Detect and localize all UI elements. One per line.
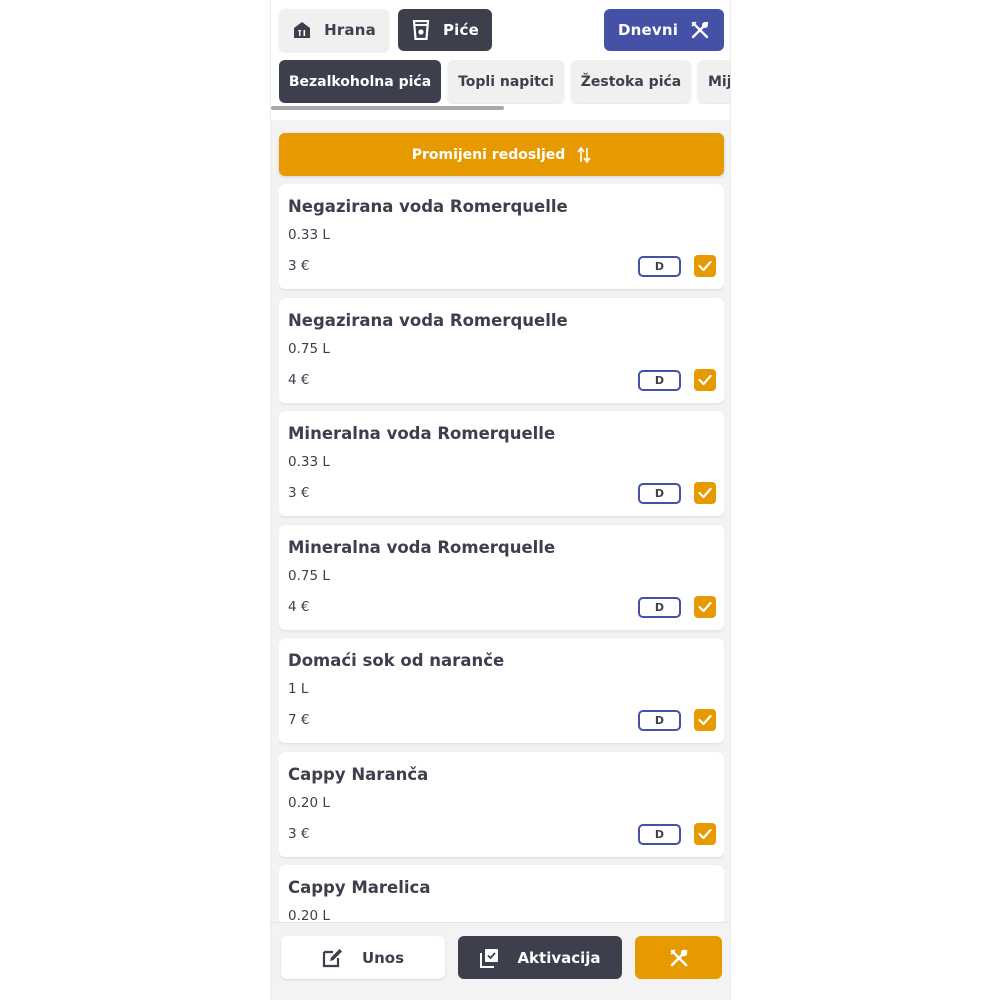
active-checkbox[interactable] — [694, 823, 716, 845]
daily-badge[interactable]: D — [638, 597, 681, 618]
item-price: 3 € — [288, 485, 310, 501]
drinks-button-label: Piće — [442, 21, 479, 39]
list-item[interactable]: Mineralna voda Romerquelle 0.33 L 3 € D — [279, 411, 724, 516]
checkmark-icon — [698, 828, 712, 840]
daily-badge[interactable]: D — [638, 710, 681, 731]
item-price: 3 € — [288, 258, 310, 274]
tab-label: Bezalkoholna pića — [288, 73, 432, 90]
daily-button[interactable]: Dnevni — [604, 9, 724, 51]
checkmark-icon — [698, 260, 712, 272]
item-volume: 0.75 L — [288, 568, 330, 584]
entry-button-label: Unos — [361, 948, 405, 967]
active-checkbox[interactable] — [694, 709, 716, 731]
active-checkbox[interactable] — [694, 596, 716, 618]
checkmark-icon — [698, 374, 712, 386]
tabs-scrollbar[interactable] — [271, 106, 504, 110]
item-name: Negazirana voda Romerquelle — [288, 197, 568, 216]
house-cutlery-icon — [292, 20, 312, 40]
food-button-label: Hrana — [324, 21, 376, 39]
sort-arrows-icon — [577, 146, 591, 164]
daily-badge[interactable]: D — [638, 256, 681, 277]
app-container: Hrana Piće Dnevni Bezalkoholna pića Topl… — [270, 0, 731, 1000]
checkmark-icon — [698, 487, 712, 499]
entry-button[interactable]: Unos — [281, 936, 445, 979]
active-checkbox[interactable] — [694, 255, 716, 277]
tab-label: Mij — [708, 73, 731, 90]
item-price: 4 € — [288, 599, 310, 615]
tab-bezalkoholna-pica[interactable]: Bezalkoholna pića — [279, 60, 441, 103]
activation-button-label: Aktivacija — [517, 948, 601, 967]
list-item[interactable]: Cappy Naranča 0.20 L 3 € D — [279, 752, 724, 857]
item-volume: 0.20 L — [288, 908, 330, 922]
item-price: 7 € — [288, 712, 310, 728]
item-volume: 0.33 L — [288, 454, 330, 470]
bottom-bar: Unos Aktivacija — [271, 922, 730, 1000]
edit-icon — [322, 948, 344, 968]
daily-badge[interactable]: D — [638, 824, 681, 845]
reorder-button-label: Promijeni redosljed — [411, 146, 566, 163]
active-checkbox[interactable] — [694, 482, 716, 504]
list-item[interactable]: Negazirana voda Romerquelle 0.33 L 3 € D — [279, 184, 724, 289]
item-name: Mineralna voda Romerquelle — [288, 538, 556, 557]
checkmark-icon — [698, 714, 712, 726]
daily-menu-button[interactable] — [635, 936, 722, 979]
item-name: Mineralna voda Romerquelle — [288, 424, 556, 443]
item-name: Domaći sok od naranče — [288, 651, 505, 670]
copy-check-icon — [479, 948, 499, 968]
daily-badge[interactable]: D — [638, 370, 681, 391]
item-price: 4 € — [288, 372, 310, 388]
tab-partial[interactable]: Mij — [698, 60, 731, 103]
item-volume: 1 L — [288, 681, 309, 697]
category-tabs: Bezalkoholna pića Topli napitci Žestoka … — [271, 60, 731, 104]
list-item[interactable]: Negazirana voda Romerquelle 0.75 L 4 € D — [279, 298, 724, 403]
drinks-button[interactable]: Piće — [398, 9, 492, 51]
item-name: Cappy Naranča — [288, 765, 429, 784]
tab-label: Žestoka pića — [580, 73, 682, 90]
fork-knife-cross-icon — [668, 947, 690, 969]
active-checkbox[interactable] — [694, 369, 716, 391]
activation-button[interactable]: Aktivacija — [458, 936, 622, 979]
top-bar: Hrana Piće Dnevni Bezalkoholna pića Topl… — [271, 0, 731, 120]
item-name: Cappy Marelica — [288, 878, 431, 897]
checkmark-icon — [698, 601, 712, 613]
item-volume: 0.33 L — [288, 227, 330, 243]
fork-knife-cross-icon — [690, 20, 710, 40]
item-name: Negazirana voda Romerquelle — [288, 311, 568, 330]
tab-label: Topli napitci — [458, 73, 554, 90]
reorder-button[interactable]: Promijeni redosljed — [279, 133, 724, 176]
food-button[interactable]: Hrana — [279, 9, 389, 51]
drinks-list: Negazirana voda Romerquelle 0.33 L 3 € D… — [279, 184, 724, 922]
daily-button-label: Dnevni — [617, 21, 679, 39]
list-item[interactable]: Mineralna voda Romerquelle 0.75 L 4 € D — [279, 525, 724, 630]
cup-icon — [411, 20, 431, 40]
tab-topli-napitci[interactable]: Topli napitci — [448, 60, 564, 103]
item-volume: 0.75 L — [288, 341, 330, 357]
tab-zestoka-pica[interactable]: Žestoka pića — [571, 60, 691, 103]
item-volume: 0.20 L — [288, 795, 330, 811]
list-item[interactable]: Domaći sok od naranče 1 L 7 € D — [279, 638, 724, 743]
daily-badge[interactable]: D — [638, 483, 681, 504]
list-item[interactable]: Cappy Marelica 0.20 L — [279, 865, 724, 922]
item-price: 3 € — [288, 826, 310, 842]
